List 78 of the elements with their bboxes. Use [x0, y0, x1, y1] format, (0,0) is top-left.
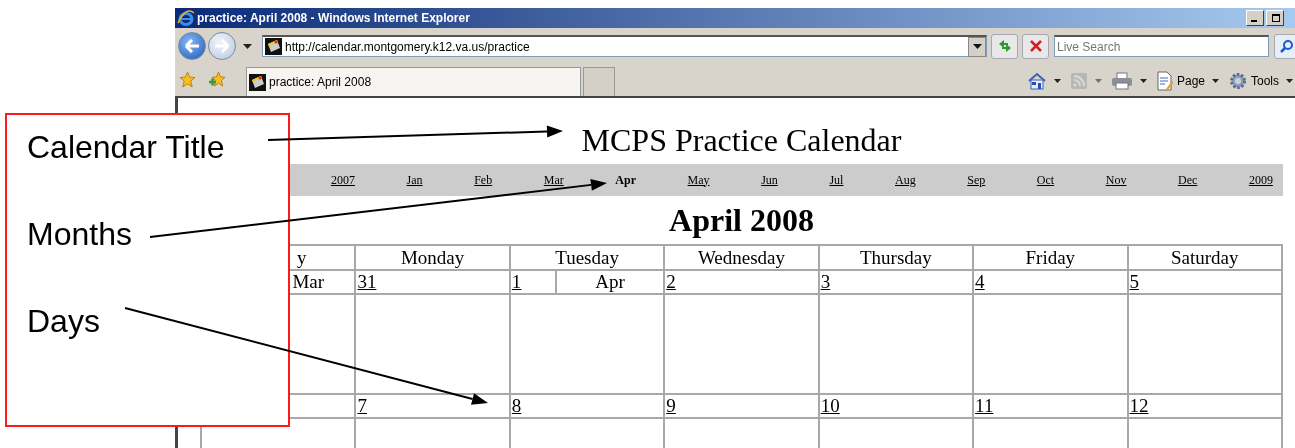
day-link[interactable]: 5	[1128, 271, 1140, 292]
url-text: http://calendar.montgomery.k12.va.us/practice	[285, 39, 531, 54]
star-icon[interactable]	[179, 71, 196, 88]
month-link[interactable]: Feb	[474, 172, 493, 188]
weekday-header: Monday	[400, 246, 465, 268]
weekday-header: Tuesday	[555, 246, 619, 268]
address-field[interactable]: http://calendar.montgomery.k12.va.us/practice	[262, 35, 987, 57]
browser-tab[interactable]: practice: April 2008	[246, 67, 581, 96]
month-link[interactable]: Nov	[1105, 172, 1127, 188]
month-link[interactable]: Dec	[1177, 172, 1198, 188]
feed-icon	[1069, 72, 1088, 90]
window-title: practice: April 2008 - Windows Internet Explorer	[197, 11, 470, 25]
search-field[interactable]: Live Search	[1054, 35, 1269, 57]
month-link[interactable]: Aug	[895, 172, 916, 188]
browser-logo-icon	[177, 10, 195, 26]
page-menu-button[interactable]: Page	[1155, 71, 1219, 91]
month-link[interactable]: Jun	[761, 172, 778, 188]
weekday-header: Friday	[1025, 246, 1076, 268]
weekday-header: y	[296, 246, 307, 268]
weekday-header: Thursday	[860, 246, 932, 268]
month-link[interactable]: 2007	[331, 172, 355, 188]
calendar-icon	[265, 38, 282, 55]
restore-button[interactable]	[1266, 10, 1284, 26]
month-title: April 2008	[669, 202, 814, 238]
search-icon	[1280, 39, 1294, 53]
caret-icon	[1286, 79, 1293, 83]
month-link[interactable]: May	[687, 172, 710, 188]
month-link[interactable]: Jan	[406, 172, 423, 188]
calendar-title: MCPS Practice Calendar	[581, 122, 902, 158]
calendar-icon	[249, 73, 266, 91]
month-link[interactable]: Mar	[543, 172, 564, 188]
dropdown-button[interactable]	[968, 36, 986, 57]
add-favorite-icon[interactable]	[208, 71, 226, 88]
close-icon	[1029, 40, 1042, 52]
printer-icon	[1110, 72, 1133, 90]
day-link[interactable]: 3	[819, 271, 831, 292]
refresh-button[interactable]	[991, 33, 1018, 59]
day-link[interactable]: 7	[356, 395, 367, 416]
caret-icon	[972, 44, 982, 49]
month-link[interactable]: Sep	[967, 172, 986, 188]
caret-icon	[1139, 79, 1147, 83]
gear-icon	[1228, 71, 1248, 91]
day-link[interactable]: 11	[974, 395, 994, 416]
weekday-header: Wednesday	[697, 246, 786, 268]
caret-icon	[1212, 79, 1219, 83]
weekday-header: Saturday	[1171, 246, 1239, 268]
caret-icon[interactable]	[243, 43, 252, 49]
search-button[interactable]	[1274, 33, 1295, 59]
annotation-label: Calendar Title	[27, 129, 225, 165]
day-link[interactable]: 9	[665, 395, 676, 416]
page-icon	[1155, 71, 1174, 91]
annotation-label: Days	[27, 303, 100, 339]
minimize-button[interactable]	[1246, 10, 1264, 26]
stop-button[interactable]	[1022, 33, 1049, 59]
day-link[interactable]: 8	[510, 395, 522, 416]
home-button[interactable]	[1026, 72, 1061, 90]
month-link[interactable]: 2009	[1248, 172, 1273, 188]
print-button[interactable]	[1110, 72, 1147, 90]
caret-icon	[1094, 79, 1102, 83]
caret-icon	[1053, 79, 1061, 83]
annotation-label: Months	[27, 216, 132, 252]
day-link[interactable]: 4	[974, 271, 985, 292]
arrow-right-icon	[214, 39, 230, 53]
month-link[interactable]: Oct	[1036, 172, 1055, 188]
day-link[interactable]: 12	[1128, 395, 1149, 416]
home-icon	[1026, 72, 1047, 90]
day-link[interactable]: 31	[356, 271, 377, 292]
tools-menu-button[interactable]: Tools	[1228, 71, 1293, 91]
day-link[interactable]: 2	[665, 271, 676, 292]
month-label: Mar	[292, 271, 325, 292]
day-link[interactable]: 10	[819, 395, 840, 416]
current-month: Apr	[615, 172, 636, 188]
forward-button[interactable]	[208, 32, 236, 60]
day-link[interactable]: 1	[510, 271, 522, 292]
month-link[interactable]: Jul	[829, 172, 844, 188]
month-label: Apr	[595, 271, 625, 292]
arrow-left-icon	[184, 39, 200, 53]
back-button[interactable]	[178, 32, 206, 60]
